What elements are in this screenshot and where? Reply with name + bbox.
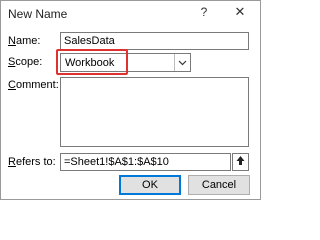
chevron-down-icon[interactable] (174, 54, 190, 71)
comment-label: Comment: (8, 79, 59, 91)
comment-textarea[interactable] (60, 77, 249, 147)
new-name-dialog: New Name ? ✕ Name: SalesData Scope: Work… (0, 0, 261, 200)
collapse-dialog-icon (235, 155, 246, 169)
name-label: Name: (8, 35, 41, 47)
scope-dropdown[interactable]: Workbook (60, 53, 191, 72)
collapse-dialog-button[interactable] (232, 153, 249, 171)
scope-label: Scope: (8, 56, 43, 68)
close-button[interactable]: ✕ (232, 4, 248, 20)
ok-button[interactable]: OK (119, 175, 181, 195)
cancel-button[interactable]: Cancel (188, 175, 250, 195)
scope-value: Workbook (65, 57, 115, 69)
name-input[interactable]: SalesData (60, 32, 249, 50)
refers-to-input[interactable]: =Sheet1!$A$1:$A$10 (60, 153, 231, 171)
dialog-title: New Name (8, 7, 68, 21)
refers-to-label: Refers to: (8, 156, 56, 168)
help-button[interactable]: ? (197, 5, 211, 21)
